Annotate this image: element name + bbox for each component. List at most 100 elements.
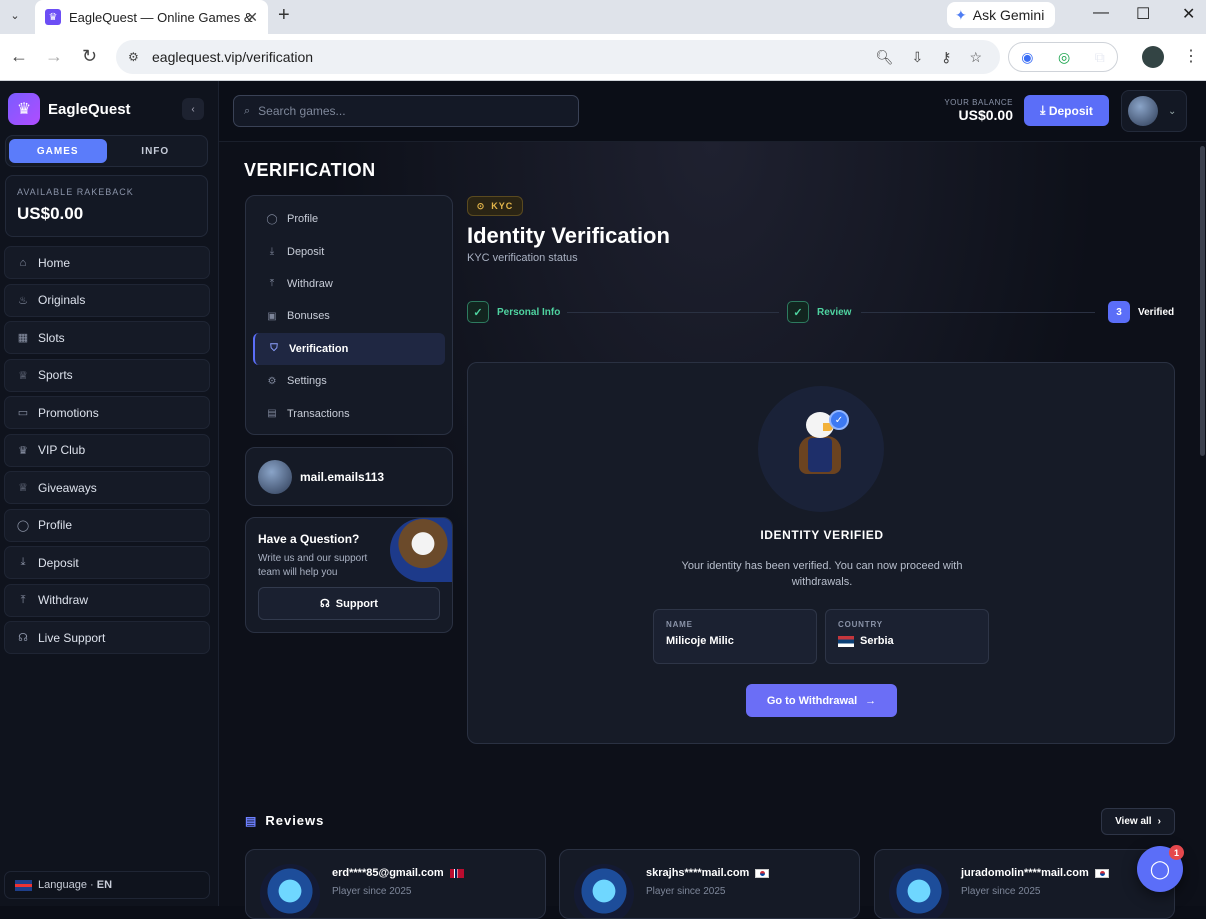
forward-icon[interactable]: → (45, 46, 63, 67)
help-card: Have a Question? Write us and our suppor… (245, 517, 453, 633)
menu-item-bonuses[interactable]: ▣ Bonuses (253, 300, 445, 332)
brand[interactable]: ♛ EagleQuest (8, 93, 131, 125)
verification-title: Identity Verification (467, 223, 670, 248)
username: mail.emails113 (300, 469, 385, 484)
review-card[interactable]: erd****85@gmail.com Player since 2025 (245, 849, 546, 919)
download-icon: ⤓ (20, 556, 26, 568)
menu-item-transactions[interactable]: ▤ Transactions (253, 397, 445, 429)
minimize-icon[interactable]: — (1093, 4, 1109, 22)
language-label: Language · (38, 879, 94, 891)
ticket-icon: ▭ (17, 407, 29, 419)
withdrawal-label: Go to Withdrawal (766, 694, 858, 707)
south-korea-flag-icon (755, 868, 770, 878)
status-title: IDENTITY VERIFIED (760, 528, 884, 542)
maximize-icon[interactable]: ☐ (1136, 4, 1150, 24)
sidebar-nav: ⌂ Home ♨ Originals ▦ Slots ♕ Sports ▭ Promoti… (4, 246, 210, 659)
sidebar-item-withdraw[interactable]: ⤒ Withdraw (4, 583, 210, 617)
menu-item-verification[interactable]: ⛉ Verification (253, 332, 445, 365)
sidebar-item-label: Profile (38, 518, 73, 532)
sidebar-item-deposit[interactable]: ⤓ Deposit (4, 546, 210, 579)
close-window-icon[interactable]: ✕ (1182, 4, 1195, 24)
menu-item-label: Withdraw (287, 277, 333, 290)
search-placeholder: Search games... (258, 104, 346, 118)
tab-games[interactable]: GAMES (9, 139, 107, 163)
new-tab-icon[interactable]: + (278, 4, 290, 27)
sidebar-item-label: Live Support (38, 630, 106, 645)
sidebar-item-live-support[interactable]: ☊ Live Support (4, 621, 210, 654)
reviewer-since: Player since 2025 (332, 886, 412, 897)
grammar-extension-icon[interactable]: ◎ (1058, 49, 1070, 66)
balance-label: YOUR BALANCE (944, 98, 1013, 107)
ask-gemini-button[interactable]: ✦ Ask Gemini (947, 2, 1055, 28)
chat-bubble-icon: ◯ (1149, 858, 1171, 879)
address-bar-row: ← → ↻ ⚙ eaglequest.vip/verification 🔍︎ ⇩… (0, 34, 1206, 81)
search-input[interactable]: ⌕ Search games... (233, 95, 579, 127)
tab-search-icon[interactable]: ⌄ (4, 4, 26, 26)
reload-icon[interactable]: ↻ (82, 46, 97, 67)
deposit-button[interactable]: ⤓ Deposit (1024, 95, 1109, 126)
zoom-icon[interactable]: 🔍︎ (876, 49, 894, 66)
user-menu-button[interactable]: ⌄ (1121, 90, 1187, 132)
browser-tab[interactable]: ♛ EagleQuest — Online Games & ✕ (35, 0, 268, 34)
sidebar-item-promotions[interactable]: ▭ Promotions (4, 396, 210, 429)
menu-item-label: Profile (287, 213, 319, 226)
headset-icon: ☊ (18, 632, 28, 644)
star-icon[interactable]: ☆ (969, 49, 982, 66)
rakeback-card: AVAILABLE RAKEBACK US$0.00 (5, 175, 208, 237)
avatar (258, 459, 292, 494)
scrollbar[interactable] (1200, 146, 1205, 456)
language-code: EN (96, 879, 113, 891)
key-icon[interactable]: ⚷ (941, 49, 951, 66)
sidebar: ♛ EagleQuest ‹ GAMES INFO AVAILABLE RAKE… (0, 81, 219, 906)
support-button[interactable]: ☊ Support (258, 587, 440, 620)
sidebar-item-sports[interactable]: ♕ Sports (4, 358, 210, 392)
reviewer-name: skrajhs****mail.com (646, 867, 750, 879)
message-icon: ▤ (245, 813, 258, 828)
flame-icon: ♨ (18, 294, 28, 307)
sidebar-item-home[interactable]: ⌂ Home (4, 246, 210, 279)
language-selector[interactable]: Language · EN (4, 871, 210, 899)
profile-icon[interactable] (1142, 46, 1164, 68)
verified-check-icon: ✓ (829, 410, 849, 430)
tab-info[interactable]: INFO (107, 139, 205, 163)
upload-icon: ⤒ (269, 278, 275, 290)
menu-item-deposit[interactable]: ⤓ Deposit (253, 235, 445, 267)
install-icon[interactable]: ⇩ (911, 49, 923, 66)
menu-icon[interactable]: ⋮ (1183, 46, 1199, 66)
site-settings-icon[interactable]: ⚙ (128, 50, 139, 64)
chat-badge: 1 (1169, 845, 1184, 860)
step-verified: 3 Verified (1108, 301, 1174, 323)
menu-item-settings[interactable]: ⚙ Settings (253, 365, 445, 397)
sidebar-item-label: Withdraw (38, 593, 89, 607)
back-icon[interactable]: ← (10, 46, 28, 67)
review-card[interactable]: skrajhs****mail.com Player since 2025 (559, 849, 860, 919)
sidebar-item-giveaways[interactable]: ♕ Giveaways (4, 471, 210, 504)
sidebar-item-originals[interactable]: ♨ Originals (4, 283, 210, 317)
chevron-right-icon: › (1157, 816, 1161, 827)
view-all-button[interactable]: View all › (1101, 808, 1175, 835)
step-review: ✓ Review (787, 301, 851, 323)
upload-icon: ⤒ (20, 593, 26, 606)
sidebar-item-label: Deposit (38, 555, 79, 570)
go-to-withdrawal-button[interactable]: Go to Withdrawal → (746, 684, 897, 717)
sidebar-item-slots[interactable]: ▦ Slots (4, 321, 210, 354)
kyc-badge: ⊙ KYC (467, 196, 523, 216)
shield-icon: ⛉ (270, 343, 278, 355)
reviewer-name: erd****85@gmail.com (332, 867, 444, 879)
url-actions: 🔍︎ ⇩ ⚷ ☆ (876, 49, 982, 66)
collapse-sidebar-icon[interactable]: ‹ (182, 98, 204, 120)
extension-icon[interactable]: ◉ (1021, 49, 1033, 66)
user-card[interactable]: mail.emails113 (245, 447, 453, 506)
close-tab-icon[interactable]: ✕ (246, 9, 258, 26)
sidebar-item-label: Slots (38, 330, 65, 345)
menu-item-profile[interactable]: ◯ Profile (253, 203, 445, 235)
url-field[interactable]: ⚙ eaglequest.vip/verification 🔍︎ ⇩ ⚷ ☆ (116, 40, 1000, 74)
sidebar-item-profile[interactable]: ◯ Profile (4, 508, 210, 542)
puzzle-icon[interactable]: ⧉ (1095, 49, 1105, 66)
eagle-mascot-image (390, 518, 452, 582)
gemini-label: Ask Gemini (972, 7, 1045, 23)
sidebar-item-label: Sports (38, 368, 73, 382)
review-card[interactable]: juradomolin****mail.com Player since 202… (874, 849, 1175, 919)
menu-item-withdraw[interactable]: ⤒ Withdraw (253, 268, 445, 300)
sidebar-item-vip-club[interactable]: ♛ VIP Club (4, 433, 210, 467)
